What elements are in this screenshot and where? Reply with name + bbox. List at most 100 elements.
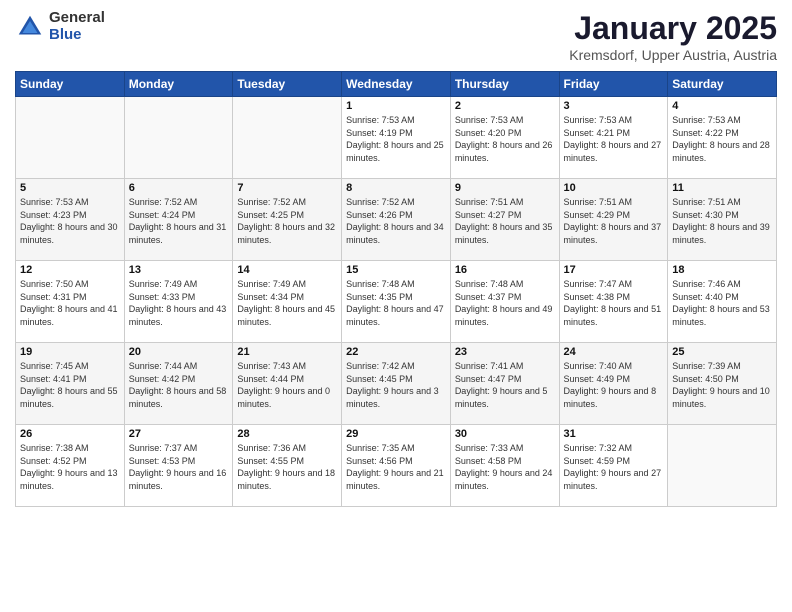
cell-w4-d3: 22Sunrise: 7:42 AM Sunset: 4:45 PM Dayli…	[342, 343, 451, 425]
logo-blue: Blue	[49, 27, 105, 44]
day-num-1: 1	[346, 100, 446, 112]
cell-w4-d1: 20Sunrise: 7:44 AM Sunset: 4:42 PM Dayli…	[124, 343, 233, 425]
cell-w5-d3: 29 Sunrise: 7:35 AM Sunset: 4:56 PM Dayli…	[342, 425, 451, 507]
day-detail-5: Sunrise: 7:53 AM Sunset: 4:23 PM Dayligh…	[20, 196, 120, 246]
day-detail-6: Sunrise: 7:52 AM Sunset: 4:24 PM Dayligh…	[129, 196, 229, 246]
day-detail-12: Sunrise: 7:50 AM Sunset: 4:31 PM Dayligh…	[20, 278, 120, 328]
cell-w1-d5: 3Sunrise: 7:53 AM Sunset: 4:21 PM Daylig…	[559, 97, 668, 179]
cell-w1-d2	[233, 97, 342, 179]
cell-w4-d5: 24 Sunrise: 7:40 AM Sunset: 4:49 PM Dayli…	[559, 343, 668, 425]
day-detail-10: Sunrise: 7:51 AM Sunset: 4:29 PM Dayligh…	[564, 196, 664, 246]
day-detail-21: Sunrise: 7:43 AM Sunset: 4:44 PM Dayligh…	[237, 360, 337, 410]
header: General Blue January 2025 Kremsdorf, Upp…	[15, 10, 777, 63]
day-num-24: 24	[564, 346, 664, 358]
day-detail-8: Sunrise: 7:52 AM Sunset: 4:26 PM Dayligh…	[346, 196, 446, 246]
week-row-2: 5 Sunrise: 7:53 AM Sunset: 4:23 PM Daylig…	[16, 179, 777, 261]
day-num-18: 18	[672, 264, 772, 276]
cell-w4-d2: 21Sunrise: 7:43 AM Sunset: 4:44 PM Dayli…	[233, 343, 342, 425]
title-block: January 2025 Kremsdorf, Upper Austria, A…	[569, 10, 777, 63]
day-num-29: 29	[346, 428, 446, 440]
subtitle: Kremsdorf, Upper Austria, Austria	[569, 47, 777, 63]
col-tuesday: Tuesday	[233, 72, 342, 97]
logo-icon	[15, 12, 45, 42]
week-row-3: 12 Sunrise: 7:50 AM Sunset: 4:31 PM Dayli…	[16, 261, 777, 343]
week-row-4: 19 Sunrise: 7:45 AM Sunset: 4:41 PM Dayli…	[16, 343, 777, 425]
cell-w1-d3: 1 Sunrise: 7:53 AM Sunset: 4:19 PM Daylig…	[342, 97, 451, 179]
col-saturday: Saturday	[668, 72, 777, 97]
cell-w5-d1: 27 Sunrise: 7:37 AM Sunset: 4:53 PM Dayli…	[124, 425, 233, 507]
day-detail-26: Sunrise: 7:38 AM Sunset: 4:52 PM Dayligh…	[20, 442, 120, 492]
day-detail-15: Sunrise: 7:48 AM Sunset: 4:35 PM Dayligh…	[346, 278, 446, 328]
day-num-20: 20	[129, 346, 229, 358]
cell-w2-d4: 9 Sunrise: 7:51 AM Sunset: 4:27 PM Daylig…	[450, 179, 559, 261]
day-num-30: 30	[455, 428, 555, 440]
cell-w5-d2: 28 Sunrise: 7:36 AM Sunset: 4:55 PM Dayli…	[233, 425, 342, 507]
day-num-4: 4	[672, 100, 772, 112]
logo: General Blue	[15, 10, 105, 43]
day-detail-27: Sunrise: 7:37 AM Sunset: 4:53 PM Dayligh…	[129, 442, 229, 492]
cell-w5-d0: 26 Sunrise: 7:38 AM Sunset: 4:52 PM Dayli…	[16, 425, 125, 507]
day-detail-1: Sunrise: 7:53 AM Sunset: 4:19 PM Dayligh…	[346, 114, 446, 164]
day-num-9: 9	[455, 182, 555, 194]
day-detail-22: Sunrise: 7:42 AM Sunset: 4:45 PM Dayligh…	[346, 360, 446, 410]
day-detail-31: Sunrise: 7:32 AM Sunset: 4:59 PM Dayligh…	[564, 442, 664, 492]
cell-w3-d5: 17Sunrise: 7:47 AM Sunset: 4:38 PM Dayli…	[559, 261, 668, 343]
day-detail-11: Sunrise: 7:51 AM Sunset: 4:30 PM Dayligh…	[672, 196, 772, 246]
logo-general: General	[49, 10, 105, 27]
col-monday: Monday	[124, 72, 233, 97]
cell-w5-d6	[668, 425, 777, 507]
day-detail-9: Sunrise: 7:51 AM Sunset: 4:27 PM Dayligh…	[455, 196, 555, 246]
day-num-31: 31	[564, 428, 664, 440]
day-detail-14: Sunrise: 7:49 AM Sunset: 4:34 PM Dayligh…	[237, 278, 337, 328]
day-num-11: 11	[672, 182, 772, 194]
day-num-16: 16	[455, 264, 555, 276]
day-num-8: 8	[346, 182, 446, 194]
cell-w3-d4: 16Sunrise: 7:48 AM Sunset: 4:37 PM Dayli…	[450, 261, 559, 343]
day-num-23: 23	[455, 346, 555, 358]
day-num-19: 19	[20, 346, 120, 358]
day-detail-19: Sunrise: 7:45 AM Sunset: 4:41 PM Dayligh…	[20, 360, 120, 410]
day-num-14: 14	[237, 264, 337, 276]
cell-w2-d5: 10 Sunrise: 7:51 AM Sunset: 4:29 PM Dayli…	[559, 179, 668, 261]
day-num-2: 2	[455, 100, 555, 112]
cell-w1-d1	[124, 97, 233, 179]
day-num-13: 13	[129, 264, 229, 276]
cell-w4-d4: 23 Sunrise: 7:41 AM Sunset: 4:47 PM Dayli…	[450, 343, 559, 425]
col-thursday: Thursday	[450, 72, 559, 97]
cell-w1-d0	[16, 97, 125, 179]
cell-w5-d4: 30 Sunrise: 7:33 AM Sunset: 4:58 PM Dayli…	[450, 425, 559, 507]
cell-w3-d2: 14 Sunrise: 7:49 AM Sunset: 4:34 PM Dayli…	[233, 261, 342, 343]
day-num-5: 5	[20, 182, 120, 194]
day-detail-4: Sunrise: 7:53 AM Sunset: 4:22 PM Dayligh…	[672, 114, 772, 164]
day-detail-24: Sunrise: 7:40 AM Sunset: 4:49 PM Dayligh…	[564, 360, 664, 410]
day-num-27: 27	[129, 428, 229, 440]
day-detail-30: Sunrise: 7:33 AM Sunset: 4:58 PM Dayligh…	[455, 442, 555, 492]
day-detail-28: Sunrise: 7:36 AM Sunset: 4:55 PM Dayligh…	[237, 442, 337, 492]
cell-w2-d0: 5 Sunrise: 7:53 AM Sunset: 4:23 PM Daylig…	[16, 179, 125, 261]
day-num-10: 10	[564, 182, 664, 194]
day-num-15: 15	[346, 264, 446, 276]
week-row-5: 26 Sunrise: 7:38 AM Sunset: 4:52 PM Dayli…	[16, 425, 777, 507]
cell-w2-d1: 6 Sunrise: 7:52 AM Sunset: 4:24 PM Daylig…	[124, 179, 233, 261]
day-detail-29: Sunrise: 7:35 AM Sunset: 4:56 PM Dayligh…	[346, 442, 446, 492]
cell-w1-d6: 4 Sunrise: 7:53 AM Sunset: 4:22 PM Daylig…	[668, 97, 777, 179]
logo-text: General Blue	[49, 10, 105, 43]
day-detail-23: Sunrise: 7:41 AM Sunset: 4:47 PM Dayligh…	[455, 360, 555, 410]
cell-w3-d0: 12 Sunrise: 7:50 AM Sunset: 4:31 PM Dayli…	[16, 261, 125, 343]
col-friday: Friday	[559, 72, 668, 97]
month-title: January 2025	[569, 10, 777, 47]
day-detail-13: Sunrise: 7:49 AM Sunset: 4:33 PM Dayligh…	[129, 278, 229, 328]
cell-w5-d5: 31 Sunrise: 7:32 AM Sunset: 4:59 PM Dayli…	[559, 425, 668, 507]
day-num-26: 26	[20, 428, 120, 440]
day-detail-2: Sunrise: 7:53 AM Sunset: 4:20 PM Dayligh…	[455, 114, 555, 164]
day-num-6: 6	[129, 182, 229, 194]
cell-w3-d6: 18Sunrise: 7:46 AM Sunset: 4:40 PM Dayli…	[668, 261, 777, 343]
cell-w2-d6: 11 Sunrise: 7:51 AM Sunset: 4:30 PM Dayli…	[668, 179, 777, 261]
day-num-25: 25	[672, 346, 772, 358]
cell-w2-d3: 8 Sunrise: 7:52 AM Sunset: 4:26 PM Daylig…	[342, 179, 451, 261]
day-num-7: 7	[237, 182, 337, 194]
col-sunday: Sunday	[16, 72, 125, 97]
calendar: Sunday Monday Tuesday Wednesday Thursday…	[15, 71, 777, 507]
day-num-28: 28	[237, 428, 337, 440]
day-num-12: 12	[20, 264, 120, 276]
